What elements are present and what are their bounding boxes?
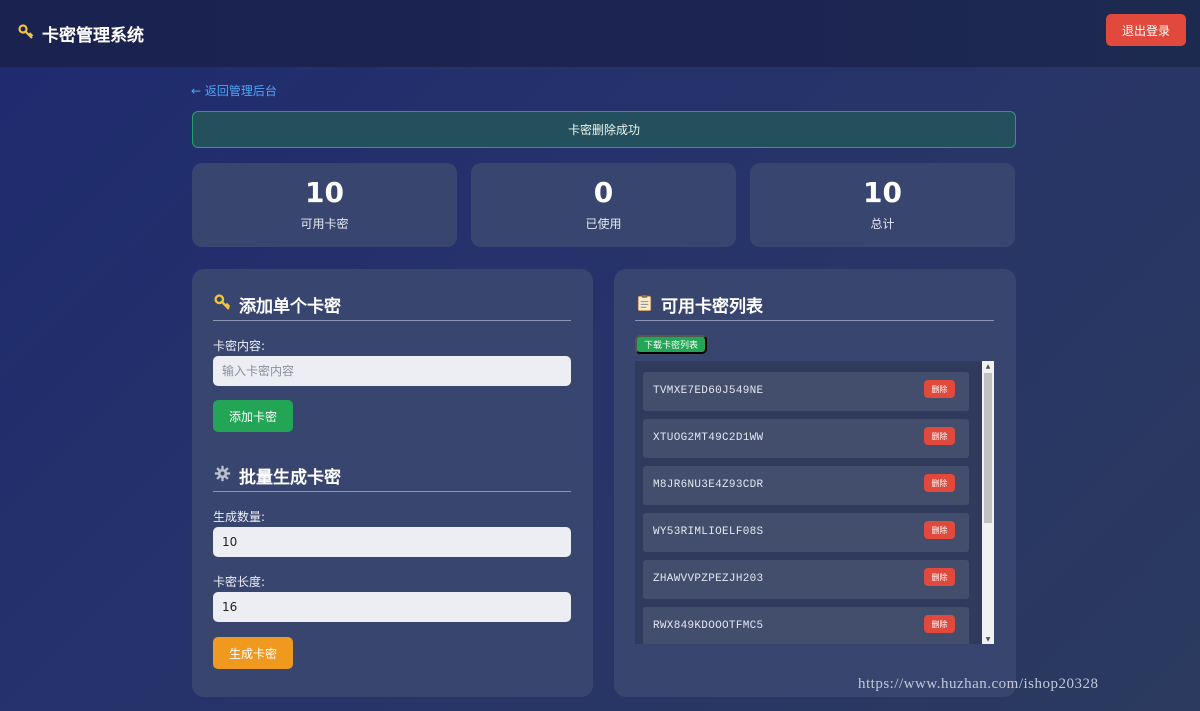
scroll-thumb[interactable] xyxy=(984,373,992,523)
list-item: TVMXE7ED60J549NE 删除 xyxy=(643,372,969,411)
stat-used: 0 已使用 xyxy=(471,163,736,247)
card-list[interactable]: TVMXE7ED60J549NE 删除 XTUOG2MT49C2D1WW 删除 … xyxy=(635,361,994,644)
add-single-heading: 添加单个卡密 xyxy=(214,292,341,317)
card-list-heading: 可用卡密列表 xyxy=(636,292,763,317)
delete-button[interactable]: 删除 xyxy=(924,568,955,586)
delete-button[interactable]: 删除 xyxy=(924,521,955,539)
stat-label: 可用卡密 xyxy=(300,216,349,231)
add-single-title: 添加单个卡密 xyxy=(239,297,341,317)
batch-heading: 批量生成卡密 xyxy=(214,463,341,488)
list-item: WY53RIMLIOELF08S 删除 xyxy=(643,513,969,552)
card-code: TVMXE7ED60J549NE xyxy=(653,385,764,397)
divider xyxy=(213,320,571,321)
clipboard-icon xyxy=(636,294,653,315)
watermark: https://www.huzhan.com/ishop20328 xyxy=(858,676,1099,692)
batch-title: 批量生成卡密 xyxy=(239,468,341,488)
list-item: XTUOG2MT49C2D1WW 删除 xyxy=(643,419,969,458)
download-list-button[interactable]: 下载卡密列表 xyxy=(635,335,708,354)
delete-button[interactable]: 删除 xyxy=(924,474,955,492)
success-alert: 卡密删除成功 xyxy=(192,111,1016,148)
key-icon xyxy=(214,294,231,315)
list-item: ZHAWVVPZPEZJH203 删除 xyxy=(643,560,969,599)
card-code: WY53RIMLIOELF08S xyxy=(653,526,764,538)
card-list-panel: 可用卡密列表 下载卡密列表 TVMXE7ED60J549NE 删除 XTUOG2… xyxy=(614,269,1016,697)
count-label: 生成数量: xyxy=(213,510,266,524)
stat-label: 总计 xyxy=(870,216,895,231)
scrollbar[interactable]: ▲ ▼ xyxy=(982,361,994,644)
card-code: RWX849KDOOOTFMC5 xyxy=(653,620,764,632)
card-content-label: 卡密内容: xyxy=(213,339,266,353)
gear-icon xyxy=(214,465,231,486)
stat-value: 10 xyxy=(863,176,902,210)
scroll-up-icon[interactable]: ▲ xyxy=(982,361,994,371)
divider xyxy=(635,320,994,321)
divider xyxy=(213,491,571,492)
count-input[interactable] xyxy=(213,527,571,557)
logout-button[interactable]: 退出登录 xyxy=(1106,14,1186,46)
card-code: M8JR6NU3E4Z93CDR xyxy=(653,479,764,491)
stat-value: 0 xyxy=(593,176,614,210)
app-title: 卡密管理系统 xyxy=(42,26,144,46)
stat-value: 10 xyxy=(305,176,344,210)
card-list-title: 可用卡密列表 xyxy=(661,297,763,317)
card-code: XTUOG2MT49C2D1WW xyxy=(653,432,764,444)
list-item: M8JR6NU3E4Z93CDR 删除 xyxy=(643,466,969,505)
delete-button[interactable]: 删除 xyxy=(924,427,955,445)
length-input[interactable] xyxy=(213,592,571,622)
length-label: 卡密长度: xyxy=(213,575,266,589)
scroll-down-icon[interactable]: ▼ xyxy=(982,634,994,644)
top-bar: 卡密管理系统 退出登录 xyxy=(0,0,1200,67)
stat-total: 10 总计 xyxy=(750,163,1015,247)
card-code: ZHAWVVPZPEZJH203 xyxy=(653,573,764,585)
add-card-button[interactable]: 添加卡密 xyxy=(213,400,293,432)
list-item: RWX849KDOOOTFMC5 删除 xyxy=(643,607,969,644)
key-icon xyxy=(18,23,34,44)
stat-available: 10 可用卡密 xyxy=(192,163,457,247)
stat-label: 已使用 xyxy=(585,216,622,231)
back-to-admin-link[interactable]: ← 返回管理后台 xyxy=(191,82,277,99)
brand: 卡密管理系统 xyxy=(18,21,144,46)
delete-button[interactable]: 删除 xyxy=(924,380,955,398)
delete-button[interactable]: 删除 xyxy=(924,615,955,633)
add-card-panel: 添加单个卡密 卡密内容: 添加卡密 批量生成卡密 生成数量: 卡密长度: 生成卡… xyxy=(192,269,593,697)
card-content-input[interactable] xyxy=(213,356,571,386)
generate-button[interactable]: 生成卡密 xyxy=(213,637,293,669)
